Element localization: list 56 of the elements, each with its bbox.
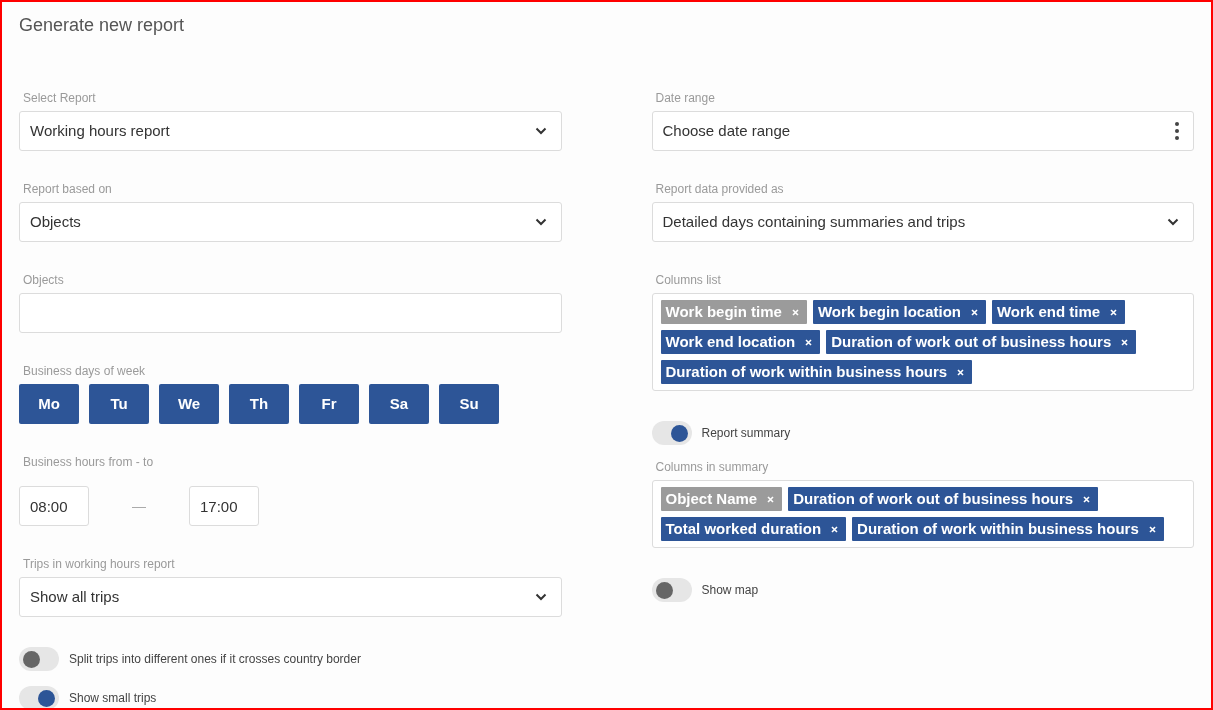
data-format-select[interactable]: Detailed days containing summaries and trips [651, 202, 1194, 242]
field-label: Report data provided as [654, 182, 785, 196]
chevron-down-icon [534, 127, 547, 135]
field-label: Trips in working hours report [22, 557, 176, 571]
column-tag[interactable]: Work end time [992, 300, 1126, 324]
toggle-switch[interactable] [19, 686, 59, 708]
objects-field[interactable] [19, 293, 562, 333]
column-tag[interactable]: Total worked duration [660, 517, 847, 541]
toggle-switch[interactable] [651, 421, 692, 445]
day-toggle[interactable]: Sa [369, 384, 429, 424]
day-toggle[interactable]: Tu [89, 384, 149, 424]
toggle-label: Report summary [701, 425, 791, 442]
based-on-select[interactable]: Objects [19, 202, 562, 242]
chevron-down-icon [1167, 218, 1179, 226]
field-label: Columns in summary [654, 460, 770, 474]
day-toggle[interactable]: Mo [19, 384, 79, 424]
field-label: Date range [654, 91, 716, 105]
more-vertical-icon[interactable] [1175, 122, 1179, 140]
remove-icon[interactable] [831, 525, 839, 533]
column-tag[interactable]: Duration of work out of business hours [788, 487, 1099, 511]
remove-icon[interactable] [1121, 338, 1129, 346]
toggle-label: Show map [701, 582, 759, 599]
day-toggle[interactable]: We [159, 384, 219, 424]
toggle-label: Show small trips [69, 690, 157, 707]
remove-icon[interactable] [805, 338, 813, 346]
remove-icon[interactable] [971, 308, 978, 316]
column-tag[interactable]: Work begin location [812, 300, 986, 324]
remove-icon[interactable] [1083, 495, 1091, 503]
day-toggle[interactable]: Fr [299, 384, 359, 424]
page-title: Generate new report [19, 14, 186, 36]
field-label: Objects [22, 273, 65, 287]
column-tag[interactable]: Duration of work out of business hours [826, 330, 1137, 354]
field-label: Business hours from - to [22, 455, 155, 469]
column-tag[interactable]: Duration of work within business hours [852, 517, 1164, 541]
toggle-label: Split trips into different ones if it crosses country border [69, 651, 361, 668]
chevron-down-icon [534, 593, 547, 601]
chevron-down-icon [534, 218, 547, 226]
field-label: Business days of week [22, 364, 147, 378]
time-to-field[interactable]: 17:00 [189, 486, 259, 526]
toggle-switch[interactable] [651, 578, 692, 602]
range-dash: — [131, 496, 147, 516]
field-label: Report based on [22, 182, 113, 196]
time-from-field[interactable]: 08:00 [19, 486, 89, 526]
date-range-field[interactable]: Choose date range [651, 111, 1194, 151]
remove-icon[interactable] [1110, 308, 1118, 316]
report-select[interactable]: Working hours report [19, 111, 562, 151]
field-label: Columns list [654, 273, 722, 287]
day-toggle[interactable]: Th [229, 384, 289, 424]
day-toggle[interactable]: Su [439, 384, 499, 424]
field-label: Select Report [22, 91, 97, 105]
trips-select[interactable]: Show all trips [19, 577, 562, 617]
toggle-switch[interactable] [19, 647, 59, 671]
remove-icon[interactable] [1148, 525, 1156, 533]
column-tag[interactable]: Duration of work within business hours [660, 360, 973, 384]
remove-icon[interactable] [957, 368, 965, 376]
column-tag[interactable]: Work end location [660, 330, 821, 354]
